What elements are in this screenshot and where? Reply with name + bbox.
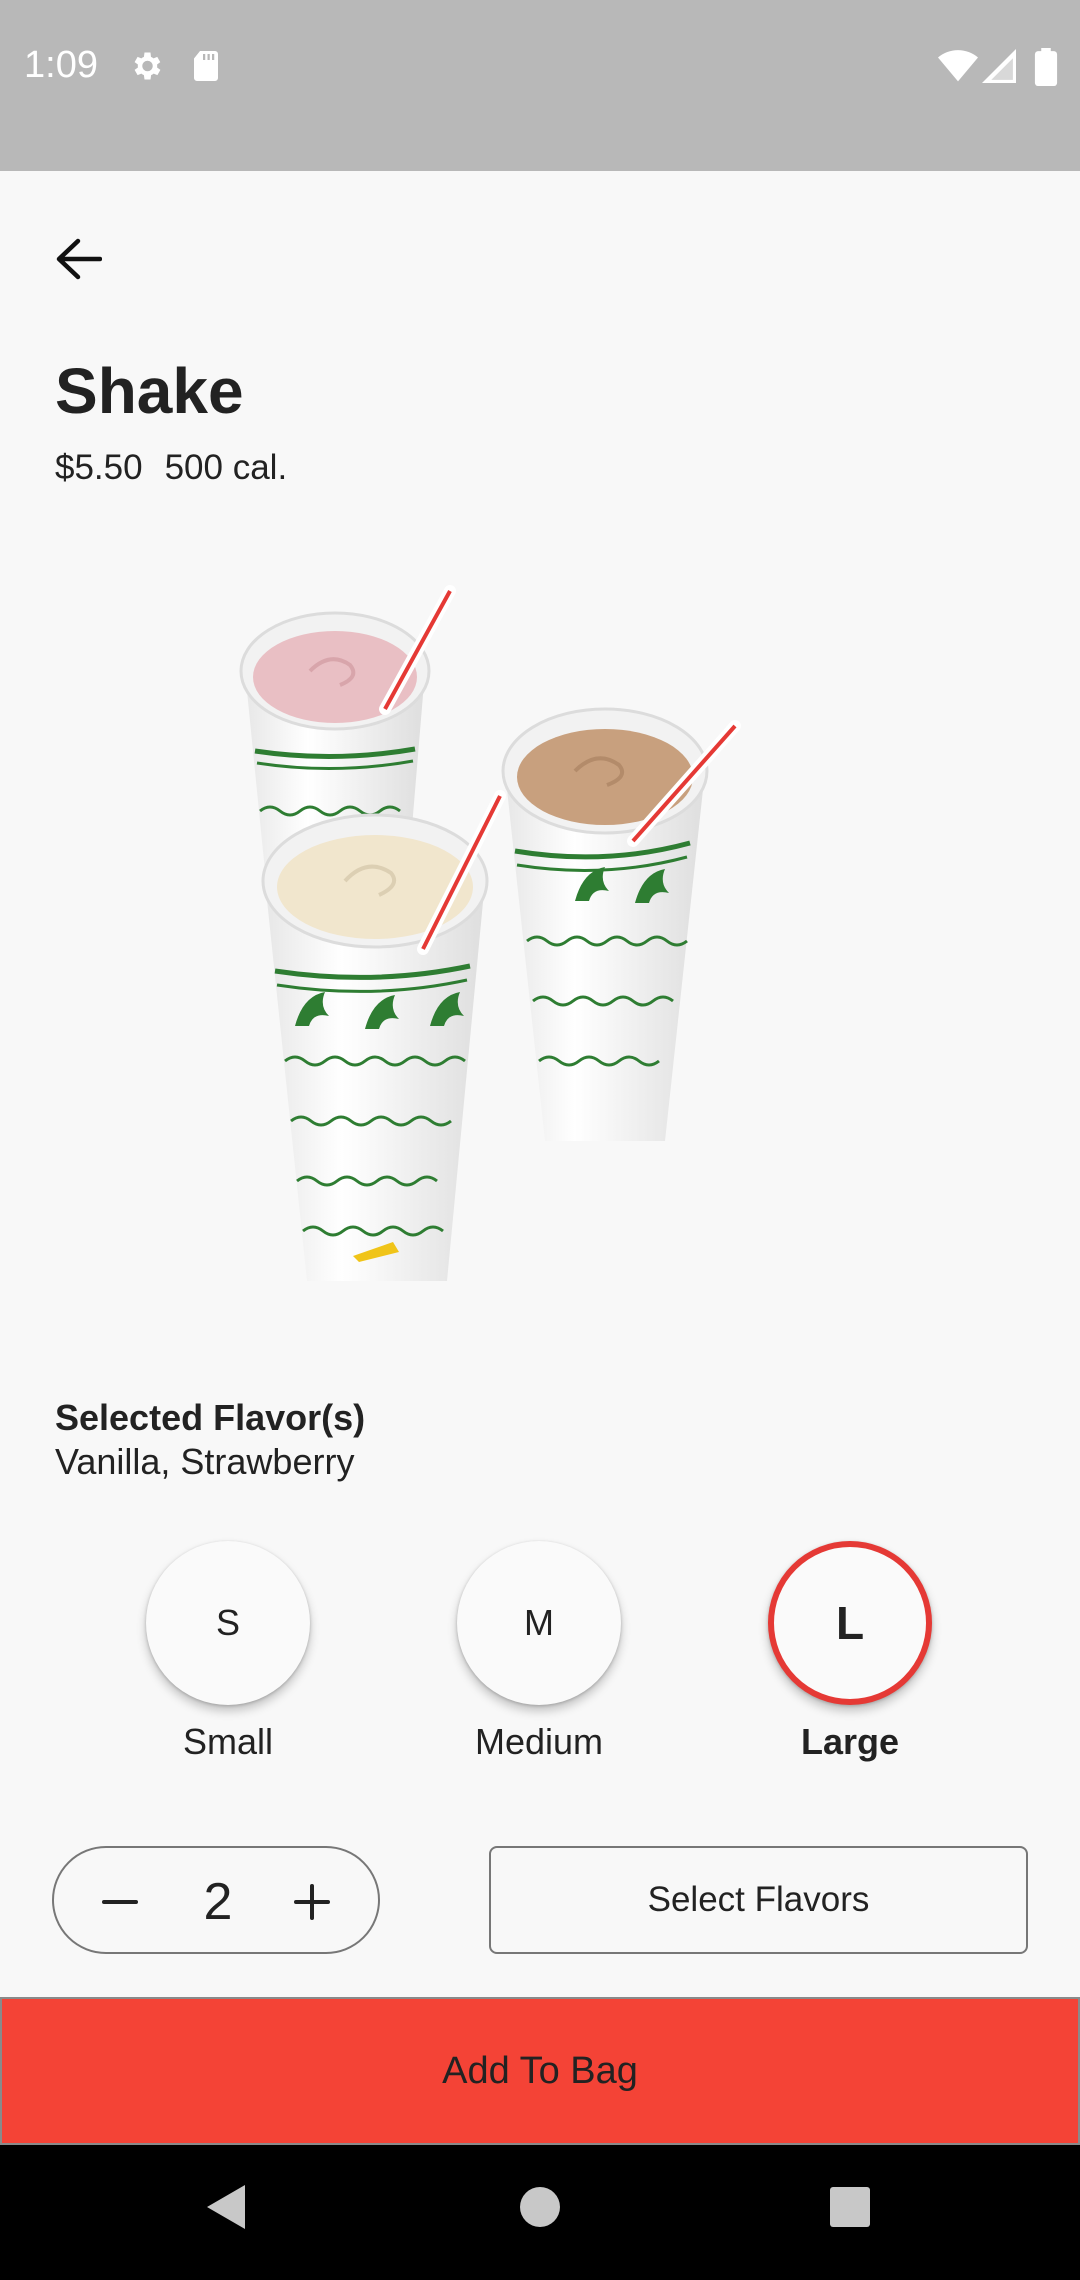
- product-price: $5.50: [55, 448, 143, 487]
- recents-square-icon[interactable]: [828, 2181, 872, 2233]
- size-small-button[interactable]: S: [146, 1541, 310, 1705]
- signal-icon: [982, 49, 1016, 83]
- selected-flavors-heading: Selected Flavor(s): [55, 1397, 366, 1438]
- select-flavors-button[interactable]: Select Flavors: [489, 1846, 1028, 1954]
- shakes-product-image: [239, 585, 741, 1281]
- product-calories: 500 cal.: [164, 448, 288, 487]
- status-bar: 1:09: [0, 0, 1080, 171]
- size-small-label: Small: [182, 1721, 274, 1762]
- size-large-label: Large: [800, 1721, 900, 1762]
- size-medium-button[interactable]: M: [457, 1541, 621, 1705]
- quantity-stepper: 2: [52, 1846, 380, 1954]
- product-detail-screen: Shake $5.50 500 cal. Selected Flavor(s) …: [0, 171, 1080, 1997]
- sd-card-icon: [194, 51, 218, 81]
- battery-icon: [1034, 48, 1058, 86]
- back-button[interactable]: [40, 221, 116, 297]
- wifi-icon: [938, 50, 978, 82]
- plus-icon[interactable]: [292, 1882, 332, 1922]
- add-to-bag-button[interactable]: Add To Bag: [0, 1997, 1080, 2145]
- product-meta: $5.50 500 cal.: [55, 448, 287, 488]
- settings-icon: [134, 52, 161, 80]
- size-large-button[interactable]: L: [768, 1541, 932, 1705]
- status-time: 1:09: [24, 44, 98, 86]
- chocolate-shake-cup: [501, 707, 741, 1141]
- arrow-left-icon: [56, 238, 102, 280]
- vanilla-shake-cup: [261, 790, 506, 1281]
- navigation-bar: [0, 2145, 1080, 2280]
- back-triangle-icon[interactable]: [203, 2181, 249, 2233]
- home-circle-icon[interactable]: [518, 2181, 562, 2233]
- minus-icon[interactable]: [100, 1882, 140, 1922]
- size-medium-label: Medium: [474, 1721, 604, 1762]
- selected-flavors-value: Vanilla, Strawberry: [55, 1441, 355, 1482]
- size-option-medium[interactable]: M Medium: [439, 1541, 639, 1763]
- product-title: Shake: [55, 355, 244, 427]
- size-option-large[interactable]: L Large: [750, 1541, 950, 1763]
- size-option-small[interactable]: S Small: [128, 1541, 328, 1763]
